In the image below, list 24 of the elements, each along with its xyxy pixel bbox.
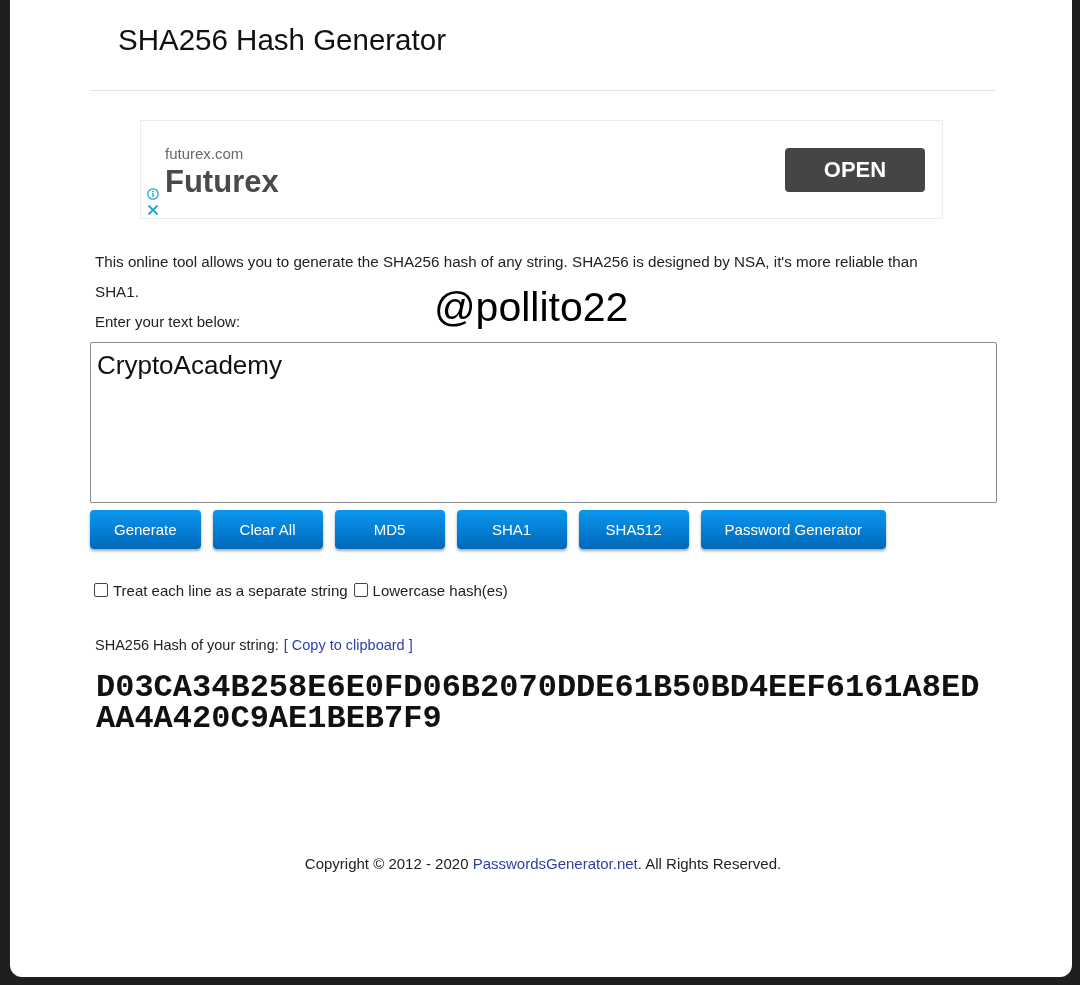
info-icon[interactable] — [147, 188, 159, 200]
checkbox[interactable] — [353, 582, 368, 597]
text-input[interactable]: CryptoAcademy — [90, 342, 997, 503]
result-label: SHA256 Hash of your string: — [95, 636, 279, 655]
action-button[interactable]: Password Generator — [700, 510, 887, 549]
hash-output: D03CA34B258E6E0FD06B2070DDE61B50BD4EEF6161A8EDAA4A420C9AE1BEB7F9 — [96, 672, 980, 734]
copy-link[interactable]: [ Copy to clipboard ] — [283, 635, 413, 655]
ad-domain: futurex.com — [165, 144, 244, 163]
action-button[interactable]: SHA1 — [456, 510, 567, 549]
option-label: Treat each line as a separate string — [113, 581, 348, 601]
page-title: SHA256 Hash Generator — [118, 22, 446, 58]
action-button[interactable]: SHA512 — [578, 510, 689, 549]
site-link[interactable]: PasswordsGenerator.net — [472, 855, 638, 872]
action-button[interactable]: Generate — [90, 510, 201, 549]
ad-banner[interactable]: futurex.com Futurex OPEN — [140, 120, 943, 219]
close-icon[interactable] — [147, 204, 159, 216]
copyright-text: Copyright © 2012 - 2020 PasswordsGenerator.net. All Rights Reserved. — [304, 854, 782, 874]
ad-brand-name: Futurex — [165, 162, 279, 201]
open-button[interactable]: OPEN — [785, 147, 925, 192]
input-prompt: Enter your text below: — [95, 312, 241, 332]
option-label: Lowercase hash(es) — [372, 581, 508, 601]
action-button[interactable]: MD5 — [334, 510, 445, 549]
checkbox[interactable] — [94, 582, 108, 597]
action-button[interactable]: Clear All — [212, 510, 323, 549]
